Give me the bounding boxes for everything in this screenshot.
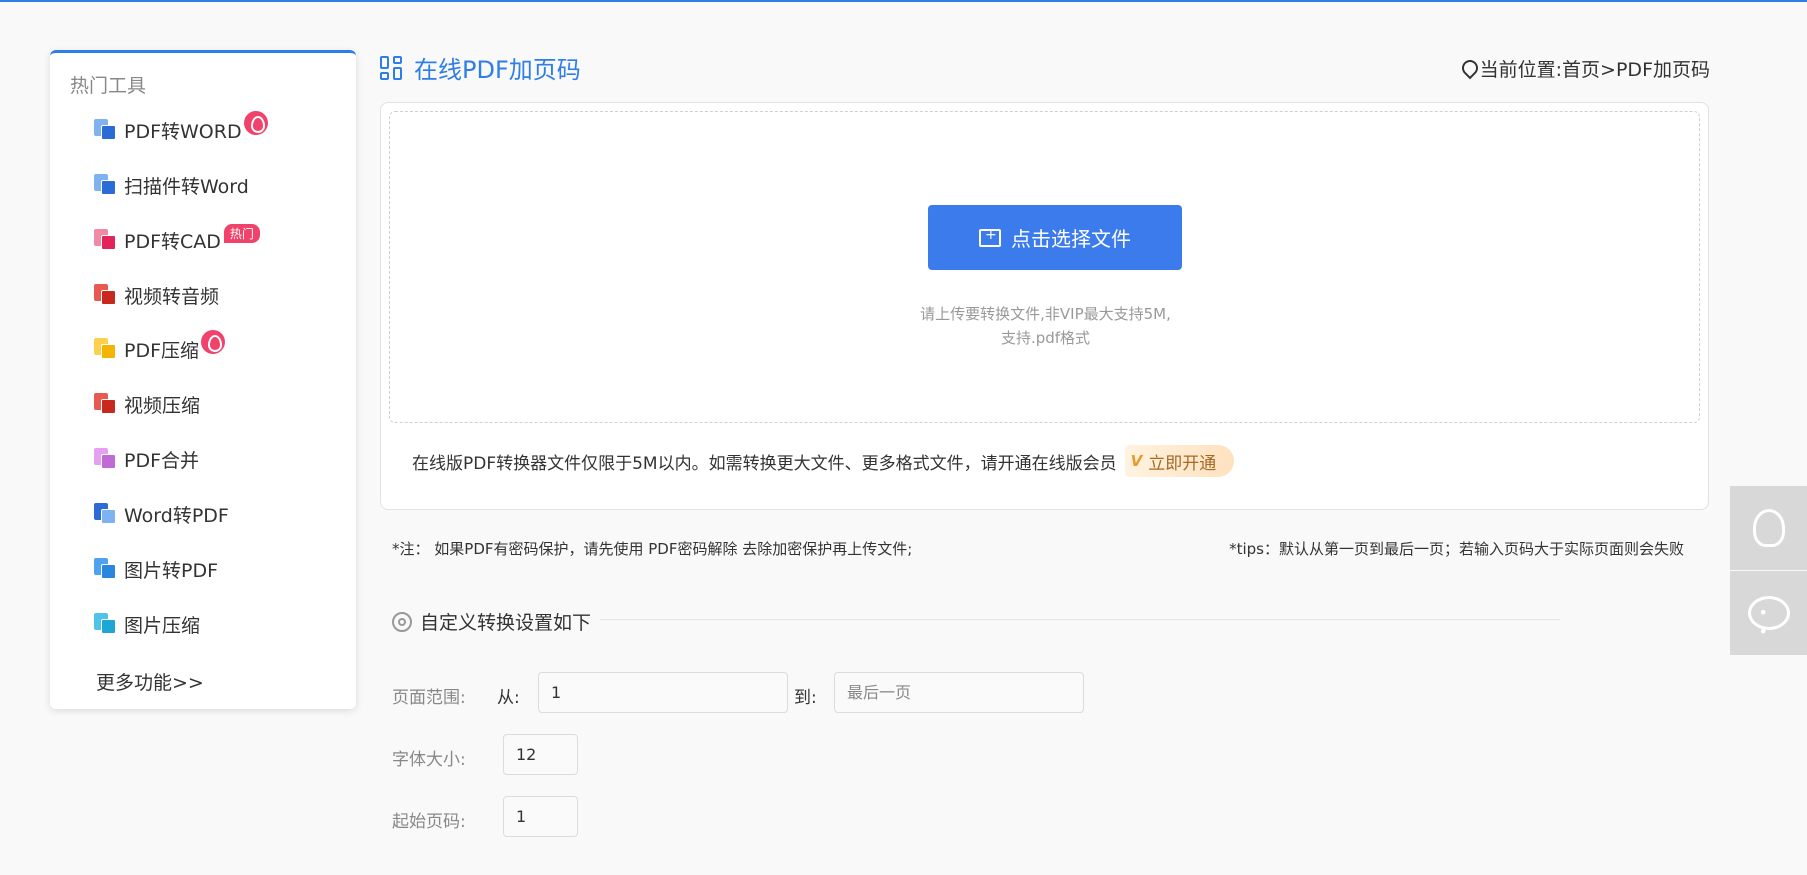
sidebar-item-image-compress[interactable]: 图片压缩 (94, 606, 200, 642)
page-title: 在线PDF加页码 (414, 56, 581, 84)
chat-contact-button[interactable] (1730, 571, 1807, 655)
page-range-label: 页面范围: (392, 688, 466, 708)
sidebar-item-video-to-audio[interactable]: 视频转音频 (94, 277, 219, 313)
vip-open-button[interactable]: V 立即开通 (1124, 445, 1235, 477)
upload-hint-line2: 支持.pdf格式 (1000, 329, 1091, 347)
sidebar-title: 热门工具 (70, 75, 147, 97)
sidebar-item-pdf-merge[interactable]: PDF合并 (94, 441, 199, 477)
merge-file-icon (94, 448, 116, 470)
member-note: 在线版PDF转换器文件仅限于5M以内。如需转换更大文件、更多格式文件，请开通在线… (412, 445, 1235, 477)
folder-add-icon (979, 227, 1001, 247)
sidebar-item-label: PDF压缩 (124, 339, 200, 362)
qq-icon (1752, 509, 1785, 547)
cad-file-icon (94, 229, 116, 251)
sidebar-item-pdf-compress[interactable]: PDF压缩 (94, 330, 226, 367)
sidebar-item-label: Word转PDF (124, 504, 229, 527)
tips-note: *tips：默认从第一页到最后一页；若输入页码大于实际页面则会失败 (1229, 540, 1684, 558)
location-pin-icon (1462, 60, 1476, 78)
start-page-label: 起始页码: (392, 812, 466, 832)
sidebar-item-label: 图片压缩 (124, 614, 201, 637)
upload-hint-line1: 请上传要转换文件,非VIP最大支持5M, (920, 305, 1171, 323)
upload-hint: 请上传要转换文件,非VIP最大支持5M, 支持.pdf格式 (390, 302, 1701, 350)
top-accent-line (0, 0, 1807, 2)
file-drop-zone[interactable]: 点击选择文件 请上传要转换文件,非VIP最大支持5M, 支持.pdf格式 (389, 111, 1700, 423)
font-size-input[interactable] (503, 734, 578, 775)
vip-icon: V (1130, 452, 1143, 470)
image-file-icon (94, 558, 116, 580)
page-to-input[interactable] (834, 672, 1084, 713)
video-compress-icon (94, 393, 116, 415)
member-note-text: 在线版PDF转换器文件仅限于5M以内。如需转换更大文件、更多格式文件，请开通在线… (412, 453, 1117, 474)
hot-badge: 热门 (223, 223, 260, 243)
compress-file-icon (94, 338, 116, 360)
sidebar-item-label: PDF转CAD (124, 230, 221, 253)
choose-file-button[interactable]: 点击选择文件 (928, 205, 1182, 270)
sidebar-item-pdf-to-cad[interactable]: PDF转CAD 热门 (94, 222, 260, 258)
sidebar-item-image-to-pdf[interactable]: 图片转PDF (94, 551, 218, 587)
word-file-icon (94, 503, 116, 525)
sidebar-item-label: 图片转PDF (124, 559, 219, 582)
start-page-input[interactable] (503, 796, 578, 837)
upload-panel: 点击选择文件 请上传要转换文件,非VIP最大支持5M, 支持.pdf格式 在线版… (380, 102, 1709, 510)
word-file-icon (94, 174, 116, 196)
sidebar-hot-tools: 热门工具 PDF转WORD 扫描件转Word PDF转CAD 热门 视频转音频 … (50, 50, 356, 709)
sidebar-item-label: 视频转音频 (124, 285, 220, 308)
page-header: 在线PDF加页码 (380, 50, 581, 85)
more-features-link[interactable]: 更多功能>> (96, 668, 204, 695)
video-file-icon (94, 284, 116, 306)
divider (600, 619, 1560, 620)
password-note: *注： 如果PDF有密码保护，请先使用 PDF密码解除 去除加密保护再上传文件; (392, 540, 913, 558)
vip-open-label: 立即开通 (1148, 453, 1217, 474)
image-compress-icon (94, 613, 116, 635)
to-label: 到: (794, 688, 817, 708)
choose-file-label: 点击选择文件 (1011, 227, 1131, 251)
breadcrumb: 当前位置:首页>PDF加页码 (1462, 55, 1710, 82)
gear-icon (392, 611, 412, 632)
sidebar-item-video-compress[interactable]: 视频压缩 (94, 386, 200, 422)
breadcrumb-text[interactable]: 当前位置:首页>PDF加页码 (1480, 55, 1710, 82)
sidebar-item-scan-to-word[interactable]: 扫描件转Word (94, 167, 249, 203)
grid-icon (380, 55, 404, 80)
sidebar-item-label: PDF转WORD (124, 120, 242, 143)
page-from-input[interactable] (538, 672, 788, 713)
sidebar-item-pdf-to-word[interactable]: PDF转WORD (94, 111, 268, 148)
settings-title: 自定义转换设置如下 (420, 612, 592, 634)
settings-header: 自定义转换设置如下 (392, 608, 591, 635)
word-file-icon (94, 119, 116, 141)
from-label: 从: (497, 688, 520, 708)
font-size-label: 字体大小: (392, 750, 466, 770)
fire-icon (201, 330, 226, 354)
chat-bubble-icon (1747, 596, 1790, 641)
sidebar-item-label: 视频压缩 (124, 394, 201, 417)
sidebar-item-word-to-pdf[interactable]: Word转PDF (94, 496, 229, 532)
qq-contact-button[interactable] (1730, 486, 1807, 570)
sidebar-item-label: PDF合并 (124, 449, 200, 472)
sidebar-item-label: 扫描件转Word (124, 175, 249, 198)
fire-icon (243, 111, 268, 135)
